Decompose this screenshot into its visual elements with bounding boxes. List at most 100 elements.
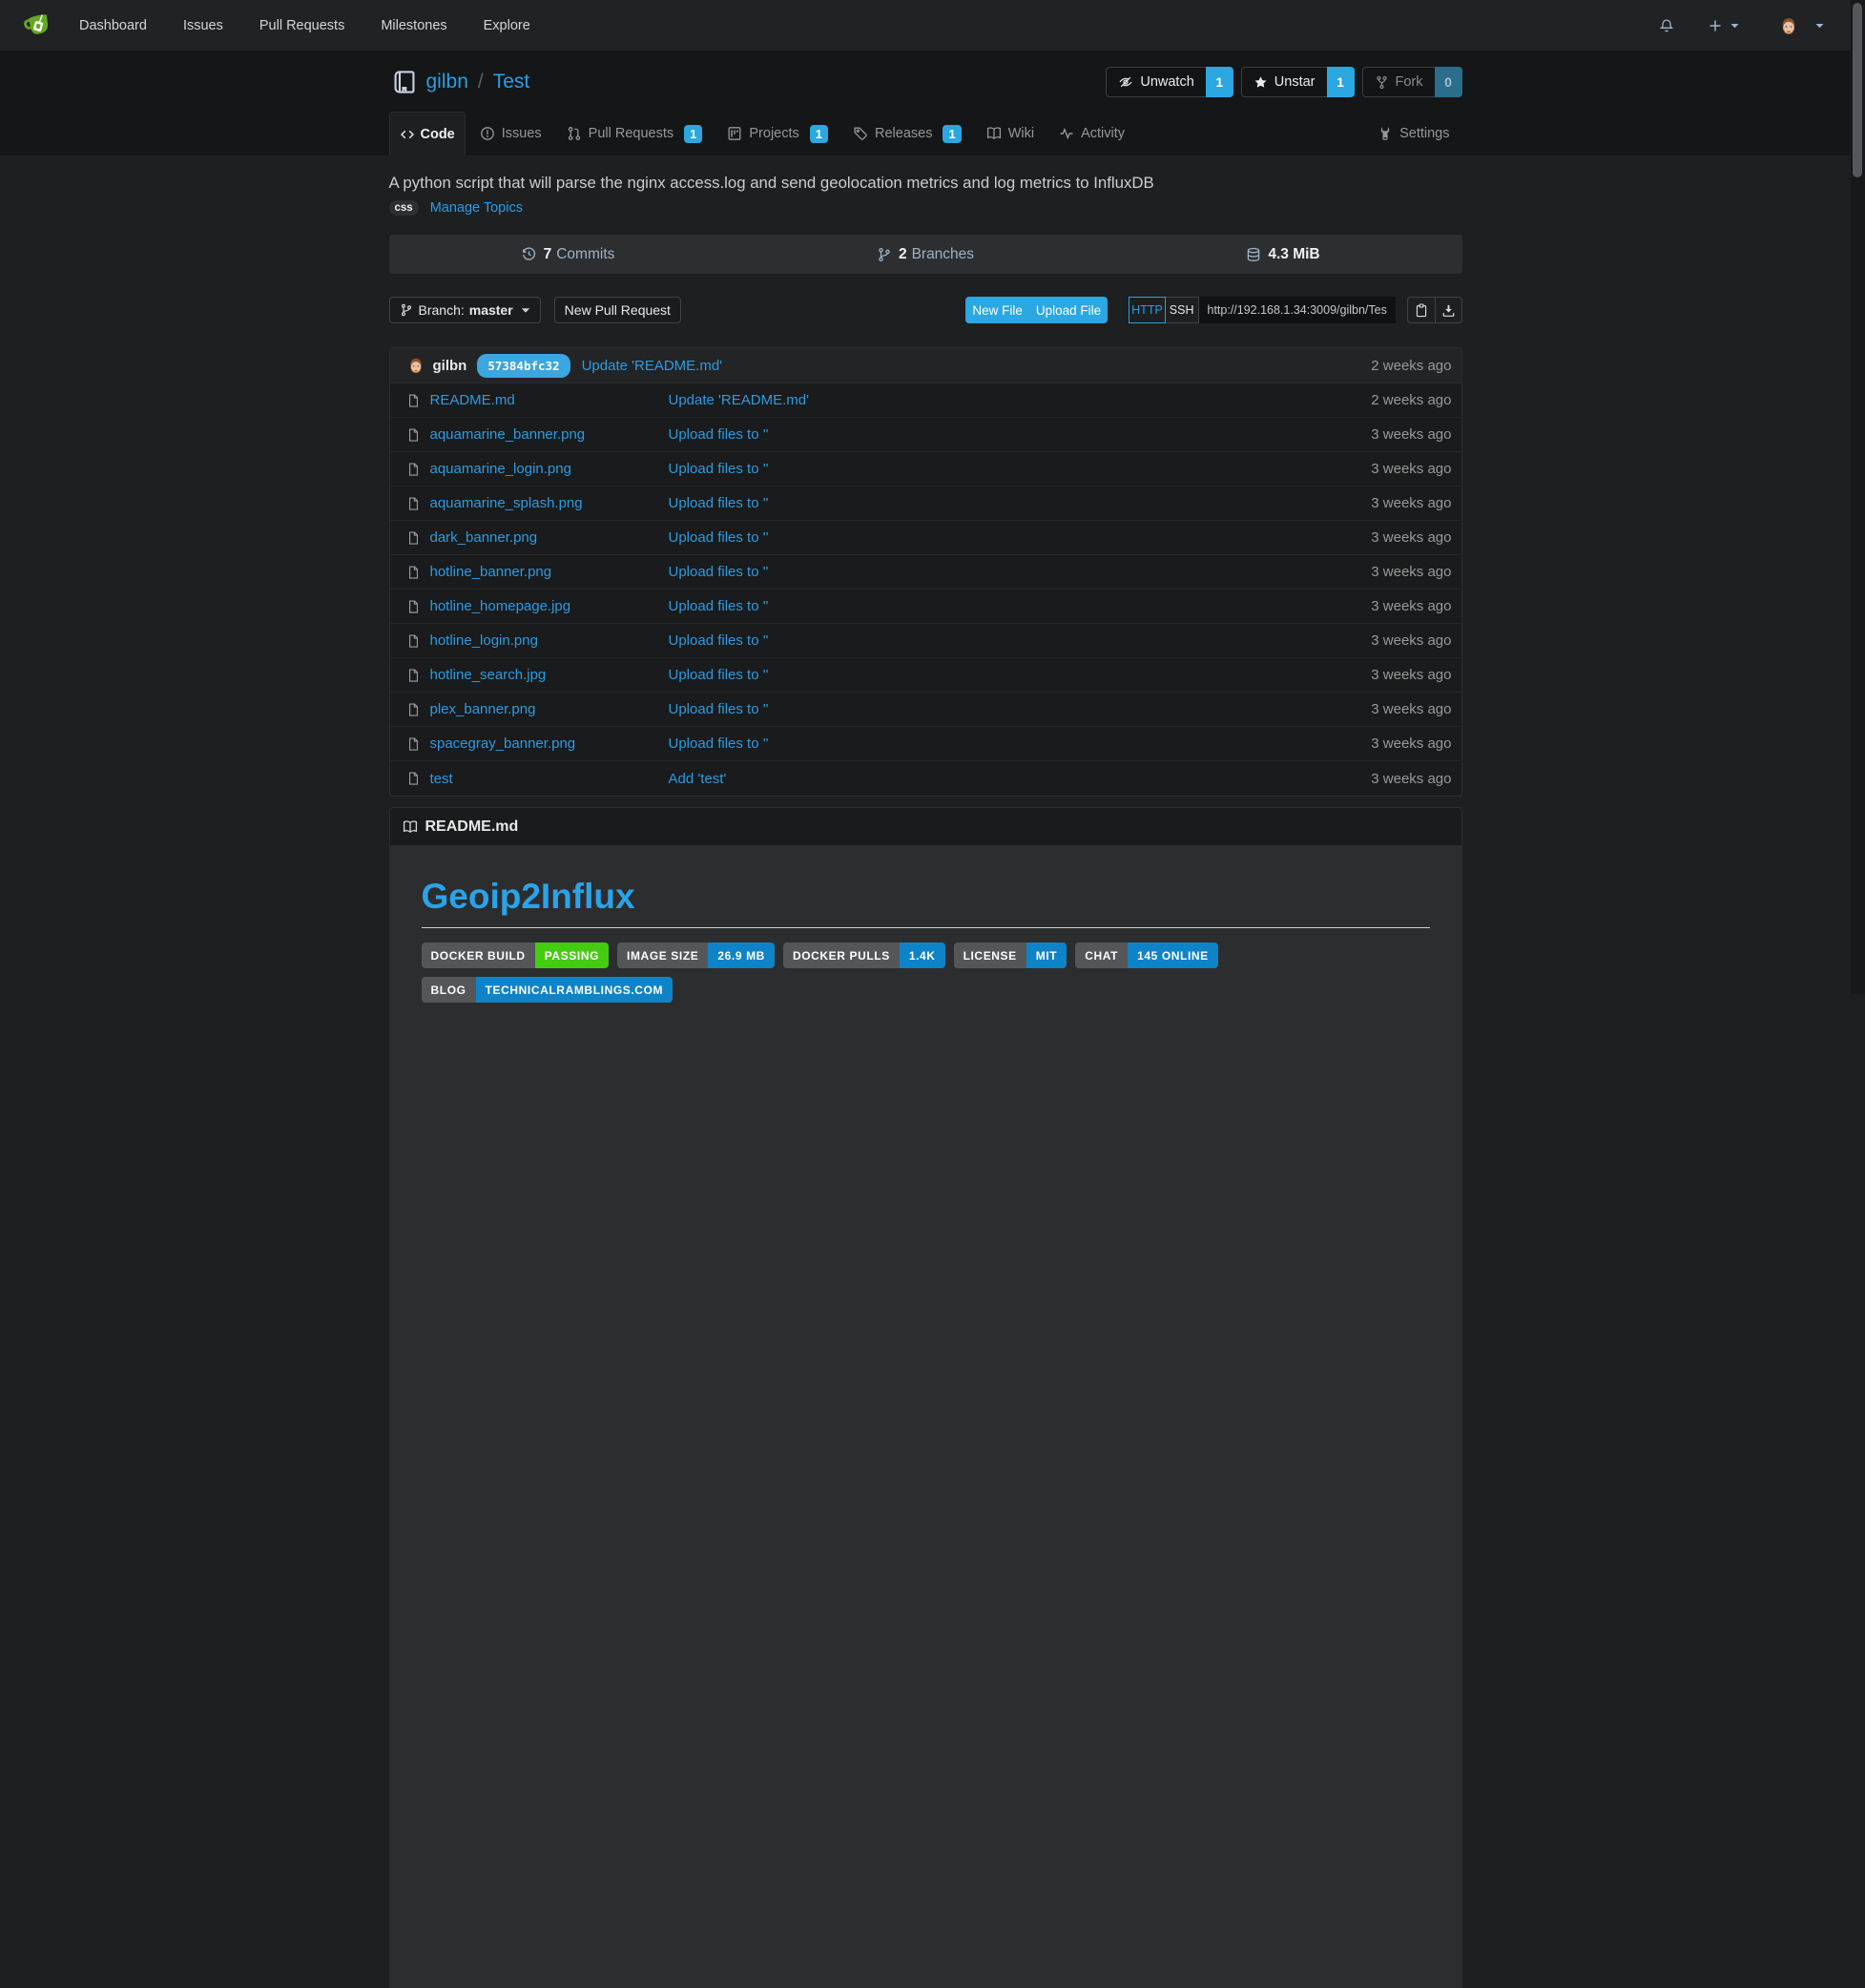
file-commit-link[interactable]: Upload files to '' — [669, 461, 769, 477]
chevron-down-icon — [1730, 23, 1739, 29]
file-commit-link[interactable]: Upload files to '' — [669, 735, 769, 752]
watchers-count[interactable]: 1 — [1206, 67, 1233, 97]
repo-owner-link[interactable]: gilbn — [426, 71, 468, 93]
file-name-link[interactable]: spacegray_banner.png — [430, 735, 576, 752]
blog-badge: BLOG TECHNICALRAMBLINGS.COM — [422, 977, 673, 1003]
file-name-link[interactable]: dark_banner.png — [430, 529, 538, 546]
file-name-link[interactable]: test — [430, 771, 453, 787]
pull-request-icon — [567, 126, 582, 141]
file-date: 3 weeks ago — [1318, 701, 1461, 717]
file-name-link[interactable]: hotline_login.png — [430, 632, 538, 649]
commits-stat[interactable]: 7 Commits — [389, 246, 747, 263]
code-icon — [400, 127, 415, 142]
commit-author-link[interactable]: gilbn — [433, 358, 467, 374]
file-row: test Add 'test' 3 weeks ago — [390, 761, 1461, 796]
tab-projects[interactable]: Projects 1 — [715, 112, 840, 155]
branch-selector[interactable]: Branch: master — [389, 297, 541, 323]
branches-stat[interactable]: 2 Branches — [747, 246, 1105, 263]
file-icon — [406, 702, 421, 717]
http-toggle[interactable]: HTTP — [1129, 297, 1166, 323]
ssh-toggle[interactable]: SSH — [1166, 297, 1199, 323]
commit-author-avatar[interactable] — [406, 356, 425, 375]
readme-body: Geoip2Influx DOCKER BUILD PASSING IMAGE … — [389, 846, 1462, 1988]
file-name-link[interactable]: aquamarine_splash.png — [430, 495, 583, 511]
project-icon — [727, 126, 742, 141]
file-commit-link[interactable]: Upload files to '' — [669, 701, 769, 717]
clone-url-input[interactable] — [1199, 297, 1396, 323]
file-date: 3 weeks ago — [1318, 632, 1461, 649]
scrollbar-thumb[interactable] — [1853, 3, 1862, 177]
tab-releases[interactable]: Releases 1 — [840, 112, 974, 155]
license-badge: LICENSE MIT — [954, 942, 1067, 968]
file-icon — [406, 427, 421, 443]
file-date: 3 weeks ago — [1318, 495, 1461, 511]
file-name-link[interactable]: hotline_search.jpg — [430, 667, 547, 683]
copy-url-button[interactable] — [1408, 298, 1435, 322]
nav-explore[interactable]: Explore — [466, 0, 549, 51]
file-row: README.md Update 'README.md' 2 weeks ago — [390, 383, 1461, 418]
file-commit-link[interactable]: Upload files to '' — [669, 495, 769, 511]
tab-settings[interactable]: Settings — [1365, 112, 1461, 155]
book-icon — [986, 126, 1002, 141]
file-date: 3 weeks ago — [1318, 529, 1461, 546]
stars-count[interactable]: 1 — [1327, 67, 1355, 97]
gitea-logo-icon — [21, 10, 53, 41]
file-commit-link[interactable]: Upload files to '' — [669, 598, 769, 614]
file-commit-link[interactable]: Upload files to '' — [669, 426, 769, 443]
size-stat[interactable]: 4.3 MiB — [1105, 246, 1462, 263]
scrollbar[interactable] — [1851, 0, 1865, 994]
file-name-link[interactable]: aquamarine_login.png — [430, 461, 571, 477]
file-commit-link[interactable]: Upload files to '' — [669, 529, 769, 546]
commit-message-link[interactable]: Update 'README.md' — [582, 358, 722, 374]
unwatch-button[interactable]: Unwatch — [1106, 67, 1205, 97]
file-name-cell: hotline_banner.png — [390, 564, 669, 580]
file-message-cell: Add 'test' — [669, 771, 1318, 787]
user-menu-button[interactable] — [1751, 0, 1824, 51]
tab-pull-requests[interactable]: Pull Requests 1 — [554, 112, 715, 155]
new-file-button[interactable]: New File — [965, 303, 1029, 318]
file-commit-link[interactable]: Upload files to '' — [669, 667, 769, 683]
file-row: hotline_search.jpg Upload files to '' 3 … — [390, 658, 1461, 693]
file-icon — [406, 462, 421, 477]
star-button-group: Unstar 1 — [1241, 67, 1355, 97]
file-commit-link[interactable]: Add 'test' — [669, 771, 727, 787]
file-row: spacegray_banner.png Upload files to '' … — [390, 727, 1461, 761]
repo-name-link[interactable]: Test — [493, 71, 530, 93]
file-icon — [406, 633, 421, 649]
tab-activity[interactable]: Activity — [1046, 112, 1137, 155]
nav-milestones[interactable]: Milestones — [363, 0, 465, 51]
file-message-cell: Upload files to '' — [669, 529, 1318, 546]
topic-css[interactable]: css — [389, 200, 419, 216]
file-commit-link[interactable]: Upload files to '' — [669, 564, 769, 580]
nav-dashboard[interactable]: Dashboard — [61, 0, 165, 51]
new-pull-request-button[interactable]: New Pull Request — [554, 297, 681, 323]
file-name-link[interactable]: hotline_homepage.jpg — [430, 598, 571, 614]
image-size-badge: IMAGE SIZE 26.9 MB — [617, 942, 775, 968]
file-row: aquamarine_login.png Upload files to '' … — [390, 452, 1461, 487]
manage-topics-link[interactable]: Manage Topics — [430, 200, 523, 216]
forks-count[interactable]: 0 — [1435, 67, 1462, 97]
tab-wiki[interactable]: Wiki — [974, 112, 1046, 155]
projects-count: 1 — [810, 125, 828, 143]
tab-issues[interactable]: Issues — [467, 112, 554, 155]
docker-build-badge: DOCKER BUILD PASSING — [422, 942, 610, 968]
download-button[interactable] — [1435, 298, 1461, 322]
file-commit-link[interactable]: Upload files to '' — [669, 632, 769, 649]
upload-file-button[interactable]: Upload File — [1029, 303, 1108, 318]
file-name-link[interactable]: aquamarine_banner.png — [430, 426, 586, 443]
file-name-link[interactable]: README.md — [430, 392, 515, 408]
nav-issues[interactable]: Issues — [165, 0, 241, 51]
notifications-button[interactable] — [1647, 0, 1687, 51]
gitea-logo[interactable] — [21, 10, 53, 41]
fork-button[interactable]: Fork — [1362, 67, 1435, 97]
commit-sha-badge[interactable]: 57384bfc32 — [477, 354, 570, 378]
unstar-button[interactable]: Unstar — [1241, 67, 1327, 97]
create-new-button[interactable] — [1696, 0, 1751, 51]
file-name-link[interactable]: hotline_banner.png — [430, 564, 552, 580]
file-name-link[interactable]: plex_banner.png — [430, 701, 536, 717]
file-name-cell: aquamarine_banner.png — [390, 426, 669, 443]
file-row: hotline_homepage.jpg Upload files to '' … — [390, 590, 1461, 624]
tab-code[interactable]: Code — [389, 112, 466, 155]
file-commit-link[interactable]: Update 'README.md' — [669, 392, 809, 408]
nav-pull-requests[interactable]: Pull Requests — [241, 0, 363, 51]
